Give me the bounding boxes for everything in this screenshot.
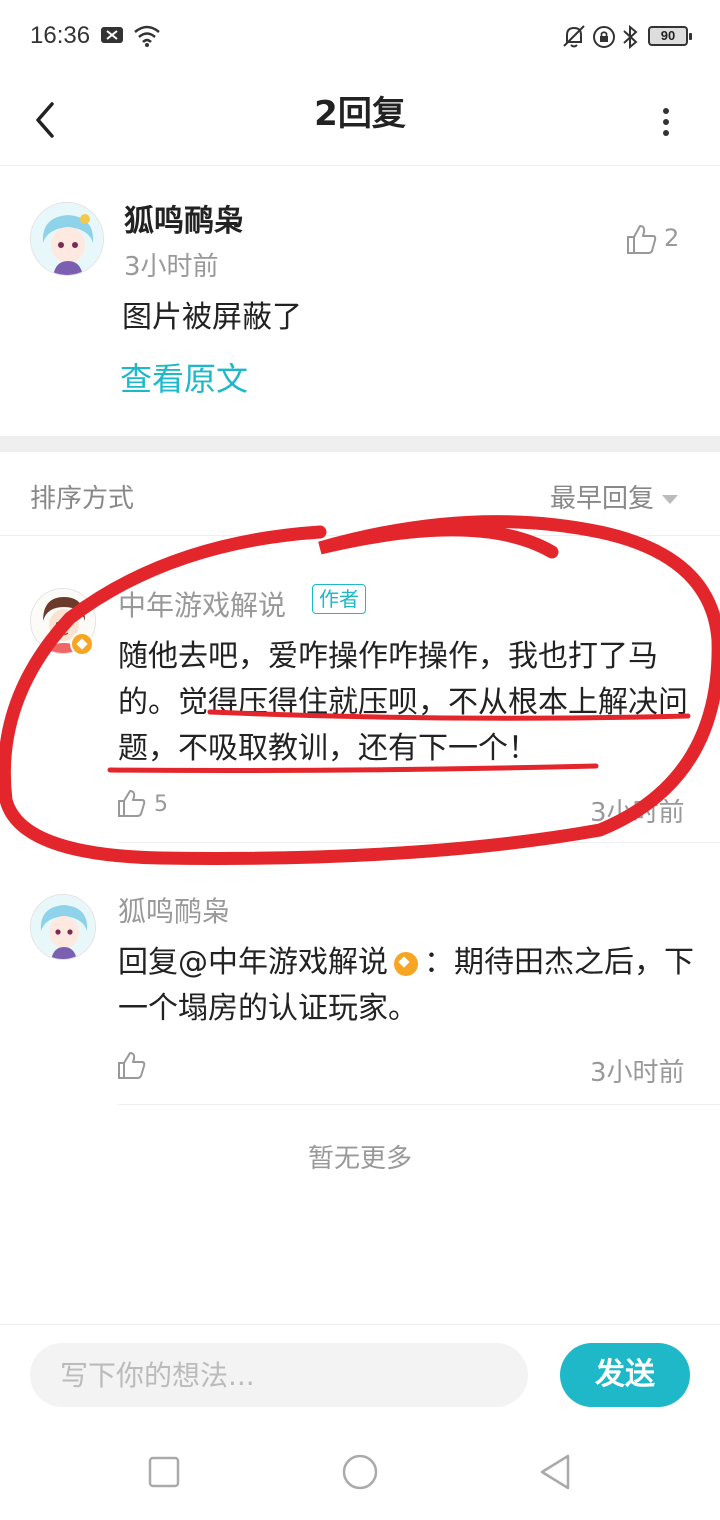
notification-icon [101,27,123,43]
post-like-button[interactable]: 2 [624,222,694,258]
wifi-icon [134,25,160,47]
avatar[interactable] [30,894,96,960]
view-original-link[interactable]: 查看原文 [120,354,248,400]
author-tag: 作者 [312,584,366,614]
reply-timestamp: 3小时前 [590,1058,685,1088]
reply-timestamp: 3小时前 [590,798,685,828]
post-content: 图片被屏蔽了 [122,300,302,335]
battery-icon: 90 [648,26,692,46]
post-author-name[interactable]: 狐鸣鸸枭 [124,196,244,240]
post-like-count: 2 [664,224,680,252]
avatar[interactable] [30,202,104,276]
reply-text: 回复@中年游戏解说 ：期待田杰之后，下一个塌房的认证玩家。 [118,940,698,1032]
system-nav-bar [0,1424,720,1520]
sort-row: 排序方式 最早回复 [0,452,720,536]
mute-bell-icon [563,25,585,48]
reply-author-name[interactable]: 中年游戏解说 [118,584,286,624]
header: 2回复 [0,76,720,166]
rotation-lock-icon [593,26,615,48]
home-icon[interactable] [338,1450,382,1494]
page-title: 2回复 [314,94,406,134]
section-divider [0,436,720,452]
sort-dropdown[interactable]: 最早回复 [550,478,679,515]
status-time: 16:36 [30,22,91,49]
sort-value: 最早回复 [550,484,655,514]
reply-like-button[interactable]: 5 [116,788,196,824]
divider [118,1104,720,1105]
sort-label: 排序方式 [30,484,135,514]
reply-author-name[interactable]: 狐鸣鸸枭 [118,890,230,930]
no-more-text: 暂无更多 [307,1144,412,1174]
send-button[interactable]: 发送 [560,1343,690,1407]
comment-composer: 发送 [0,1324,720,1424]
avatar-image [31,895,95,959]
chevron-down-icon [662,495,679,504]
thumbs-up-icon [118,1052,146,1079]
verified-badge-icon [70,632,94,656]
avatar-image [31,203,103,275]
recent-apps-icon[interactable] [142,1450,186,1494]
verified-badge-icon [394,951,418,976]
reply-mention-prefix[interactable]: 回复@中年游戏解说 [118,945,388,980]
reply-like-count: 5 [154,792,168,817]
back-triangle-icon[interactable] [534,1450,578,1494]
more-options-button[interactable] [644,90,688,150]
divider [118,842,720,843]
status-bar: 16:36 90 [0,0,720,76]
reply-like-button[interactable] [116,1050,196,1086]
thumbs-up-icon [627,225,657,254]
bluetooth-icon [623,24,638,50]
reply-text: 随他去吧，爱咋操作咋操作，我也打了马的。觉得压得住就压呗，不从根本上解决问题，不… [118,639,688,766]
post-timestamp: 3小时前 [124,252,219,282]
comment-input[interactable] [30,1343,528,1407]
more-vertical-icon [663,108,669,136]
thumbs-up-icon [118,790,146,817]
